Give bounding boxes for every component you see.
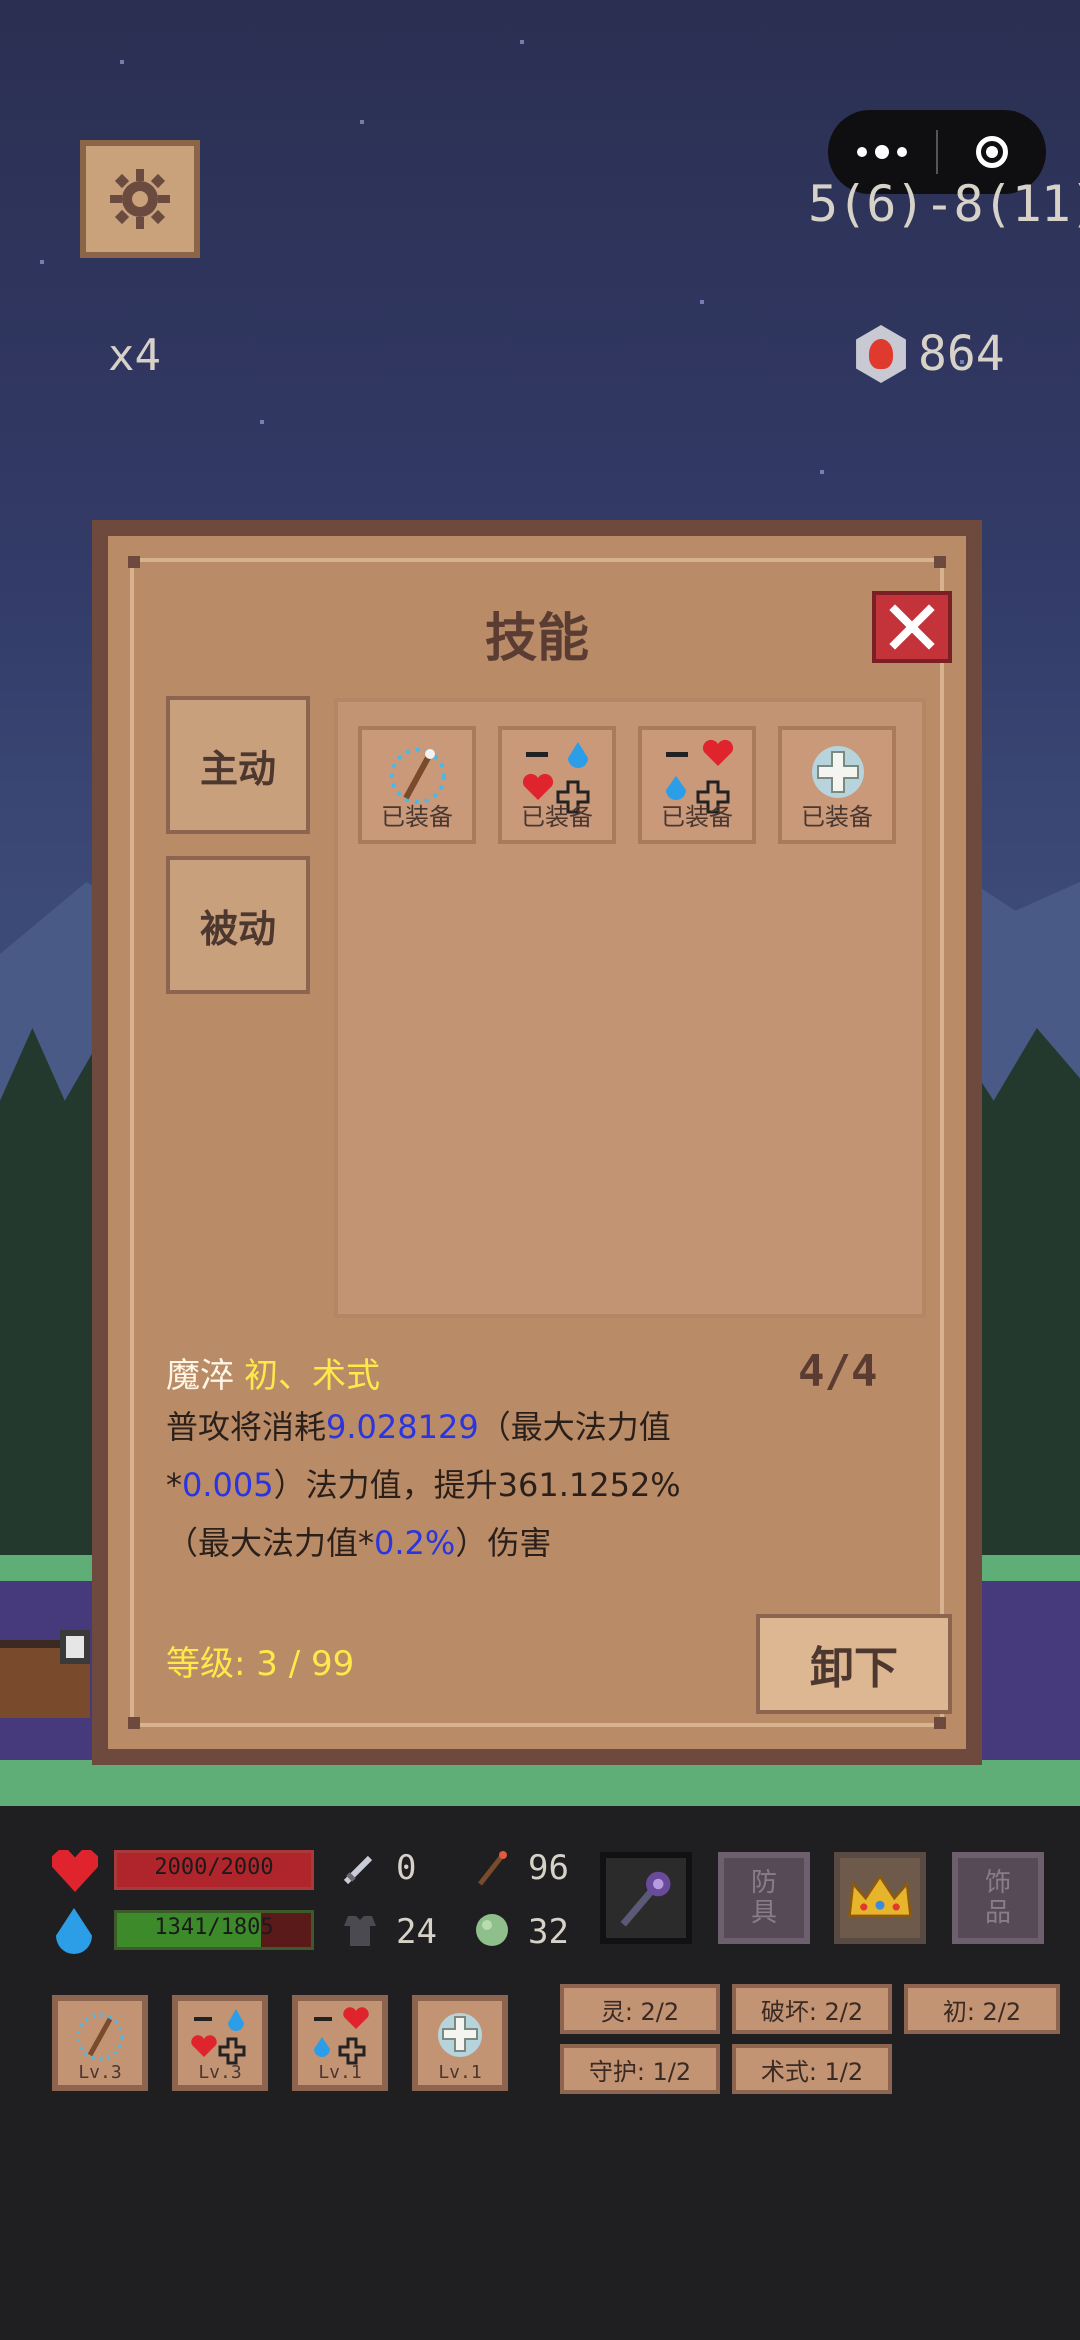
synergy-tag[interactable]: 破坏: 2/2 <box>732 1984 892 2034</box>
mp-bar: 1341/1805 <box>114 1910 314 1950</box>
desc-text: ）法力值，提升361.1252% <box>273 1466 681 1504</box>
tab-passive-skills[interactable]: 被动 <box>166 856 310 994</box>
equip-slot-weapon[interactable] <box>600 1852 692 1944</box>
rivet <box>128 1717 140 1729</box>
equipped-tag: 已装备 <box>381 803 453 831</box>
mp-text: 1341/1805 <box>154 1915 274 1940</box>
armor-value: 24 <box>396 1912 437 1952</box>
crown-icon <box>847 1873 913 1918</box>
magic-orb-icon <box>476 1914 508 1946</box>
skill-list: 已装备 已装备 已装备 已装备 <box>334 698 926 1318</box>
skill-description: 普攻将消耗9.028129（最大法力值 *0.005）法力值，提升361.125… <box>166 1398 726 1572</box>
skill-slot[interactable]: 已装备 <box>638 726 756 844</box>
synergy-tag[interactable]: 术式: 1/2 <box>732 2044 892 2094</box>
desc-value: 0.2% <box>374 1524 456 1562</box>
tab-active-skills[interactable]: 主动 <box>166 696 310 834</box>
skill-level-label: Lv.1 <box>318 2062 362 2083</box>
coin-counter: 864 <box>852 325 1005 383</box>
desc-text: 普攻将消耗 <box>166 1408 327 1446</box>
dot-icon <box>875 145 889 159</box>
rivet <box>128 556 140 568</box>
fire-gem-icon <box>856 325 906 383</box>
skill-name-line: 魔淬 初、术式 <box>166 1348 380 1397</box>
synergy-tag[interactable]: 灵: 2/2 <box>560 1984 720 2034</box>
skill-level-label: Lv.3 <box>78 2062 122 2083</box>
rivet <box>934 1717 946 1729</box>
wand-icon <box>478 1851 507 1886</box>
dot-icon <box>857 147 867 157</box>
star <box>260 420 264 424</box>
magic-defense-value: 32 <box>528 1912 569 1952</box>
stage-indicator: 5(6)-8(11) <box>808 175 1080 233</box>
equip-slot-armor[interactable]: 防具 <box>718 1852 810 1944</box>
hud-skill-slot[interactable]: Lv.3 <box>172 1995 268 2091</box>
skill-level-label: Lv.1 <box>438 2062 482 2083</box>
hud-skill-slot[interactable]: Lv.1 <box>292 1995 388 2091</box>
synergy-tag[interactable]: 守护: 1/2 <box>560 2044 720 2094</box>
unequip-button[interactable]: 卸下 <box>756 1614 952 1714</box>
skill-slot[interactable]: 已装备 <box>498 726 616 844</box>
dialog-title: 技能 <box>484 609 589 669</box>
rivet <box>934 556 946 568</box>
skill-slot[interactable]: 已装备 <box>778 726 896 844</box>
star <box>40 260 44 264</box>
target-icon <box>976 136 1008 168</box>
armor-slot-label: 防具 <box>750 1868 777 1928</box>
desc-value: 0.005 <box>182 1466 274 1504</box>
health-to-mana-icon <box>314 2007 369 2065</box>
dialog-body: 技能 主动 被动 已装备 已装备 已装备 已装备 魔淬 初、术式 4/4 普攻将… <box>108 536 966 1749</box>
hp-text: 2000/2000 <box>154 1855 274 1880</box>
skill-name: 魔淬 <box>166 1356 234 1396</box>
accessory-slot-label: 饰品 <box>984 1868 1011 1928</box>
star <box>120 60 124 64</box>
enemy-head <box>60 1630 90 1664</box>
skill-keywords: 初、术式 <box>244 1356 380 1396</box>
hp-bar: 2000/2000 <box>114 1850 314 1890</box>
holy-cross-icon <box>438 2013 482 2057</box>
gear-icon <box>110 169 170 229</box>
mana-to-health-icon <box>191 2009 246 2065</box>
desc-text: * <box>166 1466 182 1504</box>
grass-bottom <box>0 1760 1080 1806</box>
synergy-tag[interactable]: 初: 2/2 <box>904 1984 1060 2034</box>
dot-icon <box>897 147 907 157</box>
magic-value: 96 <box>528 1848 569 1888</box>
desc-text: （最大法力值 <box>478 1408 671 1446</box>
skill-slot[interactable]: 已装备 <box>358 726 476 844</box>
star <box>520 40 524 44</box>
equip-slot-accessory[interactable]: 饰品 <box>952 1852 1044 1944</box>
equipped-tag: 已装备 <box>801 803 873 831</box>
settings-button[interactable] <box>80 140 200 258</box>
star <box>360 120 364 124</box>
hud-skill-slot[interactable]: Lv.1 <box>412 1995 508 2091</box>
desc-text: ）伤害 <box>455 1524 552 1562</box>
armor-icon <box>344 1916 376 1946</box>
star <box>700 300 704 304</box>
skill-level: 等级: 3 / 99 <box>166 1644 355 1684</box>
desc-value: 9.028129 <box>326 1408 479 1446</box>
equipped-tag: 已装备 <box>661 803 733 831</box>
close-button[interactable] <box>872 591 952 663</box>
sword-icon <box>343 1855 373 1885</box>
skill-level-label: Lv.3 <box>198 2062 242 2083</box>
equip-slot-helmet[interactable] <box>834 1852 926 1944</box>
hud-skill-slot[interactable]: Lv.3 <box>52 1995 148 2091</box>
equipped-count: 4/4 <box>798 1346 878 1397</box>
skill-dialog: 技能 主动 被动 已装备 已装备 已装备 已装备 魔淬 初、术式 4/4 普攻将… <box>92 520 982 1765</box>
equipped-tag: 已装备 <box>521 803 593 831</box>
star <box>820 470 824 474</box>
coin-amount: 864 <box>918 326 1005 382</box>
staff-sparkle-icon <box>76 2013 124 2061</box>
attack-value: 0 <box>396 1848 417 1888</box>
magic-staff-icon <box>620 1871 671 1927</box>
close-icon <box>889 604 935 650</box>
desc-text: （最大法力值* <box>166 1524 375 1562</box>
game-speed[interactable]: x4 <box>108 330 161 381</box>
